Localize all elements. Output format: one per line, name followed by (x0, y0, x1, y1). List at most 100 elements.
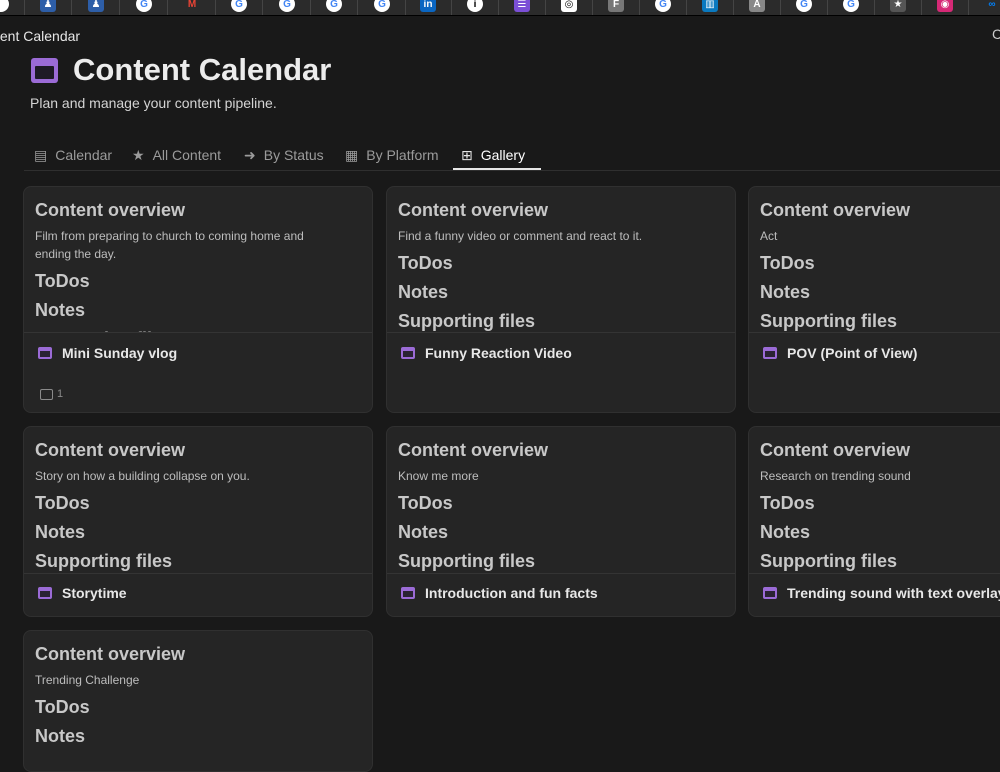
bookmark-separator (968, 0, 969, 15)
preview-section-heading: ToDos (760, 253, 815, 273)
preview-section-heading: Supporting files (398, 551, 535, 571)
google-icon[interactable]: G (843, 0, 859, 12)
card-preview: Content overview Know me more ToDos Notes Su… (387, 427, 735, 573)
window-title: tent Calendar (0, 28, 81, 44)
gallery-icon: ⊞ (461, 146, 473, 163)
card-divider (387, 573, 735, 574)
google-icon[interactable]: G (279, 0, 295, 12)
board-icon: ▦ (345, 146, 359, 163)
google-icon[interactable]: G (326, 0, 342, 12)
tab-label: All Content (152, 147, 222, 163)
card-title[interactable]: Mini Sunday vlog (38, 345, 177, 361)
preview-section-heading: Supporting files (35, 551, 172, 571)
app-icon[interactable]: ● (0, 0, 9, 12)
card-divider (387, 332, 735, 333)
gallery-card[interactable]: Content overview Film from preparing to c… (23, 186, 373, 413)
google-icon[interactable]: G (136, 0, 152, 12)
bookmark-separator (733, 0, 734, 15)
card-title-text: Mini Sunday vlog (62, 345, 178, 361)
card-title[interactable]: POV (Point of View) (763, 345, 917, 361)
gallery-card[interactable]: Content overview Act ToDos Notes Supporting … (748, 186, 1000, 413)
preview-description: Act (760, 229, 778, 243)
comment-count-value: 1 (57, 388, 64, 400)
bookmark-separator (119, 0, 120, 15)
bookmarks-bar: ● ♟ ♟ G M G G G Gin i ☰ ◎ F G ▥ A G G ★ ◉ ∞ (0, 0, 1000, 16)
card-preview: Content overview Find a funny video or co… (387, 187, 735, 332)
tab-gallery[interactable]: ⊞ Gallery (461, 140, 525, 170)
tab-by-status[interactable]: ➜ By Status (244, 140, 324, 170)
bookmark-separator (310, 0, 311, 15)
calendar-icon (763, 587, 777, 599)
bookmark-separator (357, 0, 358, 15)
bookmark-separator (24, 0, 25, 15)
bookmark-separator (874, 0, 875, 15)
arrow-right-icon: ➜ (244, 146, 256, 163)
card-title-text: Trending sound with text overlay (787, 585, 1000, 601)
a-icon[interactable]: A (749, 0, 765, 12)
google-icon[interactable]: G (796, 0, 812, 12)
gmail-icon[interactable]: M (184, 0, 200, 12)
list-icon[interactable]: ☰ (514, 0, 530, 12)
page-title: Content Calendar (73, 52, 332, 87)
preview-section-heading: Notes (398, 282, 449, 302)
card-divider (24, 573, 372, 574)
card-title[interactable]: Storytime (38, 585, 127, 601)
gallery-card[interactable]: Content overview Trending Challenge ToDos N… (23, 630, 373, 772)
preview-description: Find a funny video or comment and react … (398, 229, 643, 243)
window-corner-text: C (992, 26, 1000, 42)
openai-icon[interactable]: ◎ (561, 0, 577, 12)
google-icon[interactable]: G (374, 0, 390, 12)
tab-label: Gallery (480, 147, 526, 163)
bookmark-separator (71, 0, 72, 15)
preview-heading: Content overview (35, 200, 186, 220)
person-icon[interactable]: ♟ (40, 0, 56, 12)
bookmark-separator (167, 0, 168, 15)
preview-section-heading: Notes (398, 522, 449, 542)
tab-calendar[interactable]: ▤ Calendar (34, 140, 112, 170)
preview-heading: Content overview (398, 440, 549, 460)
comment-icon (40, 388, 53, 400)
gallery-card[interactable]: Content overview Find a funny video or co… (386, 186, 736, 413)
page-description: Plan and manage your content pipeline. (30, 95, 277, 111)
star-icon[interactable]: ★ (890, 0, 906, 12)
card-preview: Content overview Trending Challenge ToDos N… (24, 631, 372, 771)
person-icon[interactable]: ♟ (88, 0, 104, 12)
preview-section-heading: Notes (35, 522, 86, 542)
instagram-icon[interactable]: ◉ (937, 0, 953, 12)
info-icon[interactable]: i (467, 0, 483, 12)
gallery-card[interactable]: Content overview Know me more ToDos Notes Su… (386, 426, 736, 617)
preview-section-heading: Supporting files (760, 311, 897, 331)
card-title-text: Introduction and fun facts (425, 585, 598, 601)
tab-all-content[interactable]: ★ All Content (132, 140, 221, 170)
trello-icon[interactable]: ▥ (702, 0, 718, 12)
preview-section-heading: Notes (760, 522, 811, 542)
bookmark-separator (405, 0, 406, 15)
linkedin-icon[interactable]: in (420, 0, 436, 12)
preview-section-heading: ToDos (35, 697, 90, 717)
card-divider (749, 332, 1000, 333)
preview-description: Trending Challenge (35, 673, 140, 687)
f-icon[interactable]: F (608, 0, 624, 12)
card-preview: Content overview Research on trending sou… (749, 427, 1000, 573)
preview-heading: Content overview (760, 200, 911, 220)
gallery-card[interactable]: Content overview Story on how a building … (23, 426, 373, 617)
preview-section-heading: ToDos (398, 493, 453, 513)
bookmark-separator (780, 0, 781, 15)
tab-by-platform[interactable]: ▦ By Platform (345, 140, 439, 170)
gallery-card[interactable]: Content overview Research on trending sou… (748, 426, 1000, 617)
preview-description: Research on trending sound (760, 469, 911, 483)
tab-label: By Status (263, 147, 324, 163)
active-tab-indicator (453, 168, 541, 170)
google-icon[interactable]: G (655, 0, 671, 12)
preview-section-heading: Notes (35, 300, 86, 320)
card-title[interactable]: Funny Reaction Video (401, 345, 572, 361)
card-title[interactable]: Trending sound with text overlay (763, 585, 1000, 601)
preview-section-heading: Supporting files (398, 311, 535, 331)
card-divider (749, 573, 1000, 574)
comment-count[interactable]: 1 (40, 388, 63, 400)
google-icon[interactable]: G (231, 0, 247, 12)
meta-icon[interactable]: ∞ (984, 0, 1000, 12)
bookmark-separator (592, 0, 593, 15)
card-title[interactable]: Introduction and fun facts (401, 585, 598, 601)
calendar-icon: ▤ (34, 146, 48, 163)
